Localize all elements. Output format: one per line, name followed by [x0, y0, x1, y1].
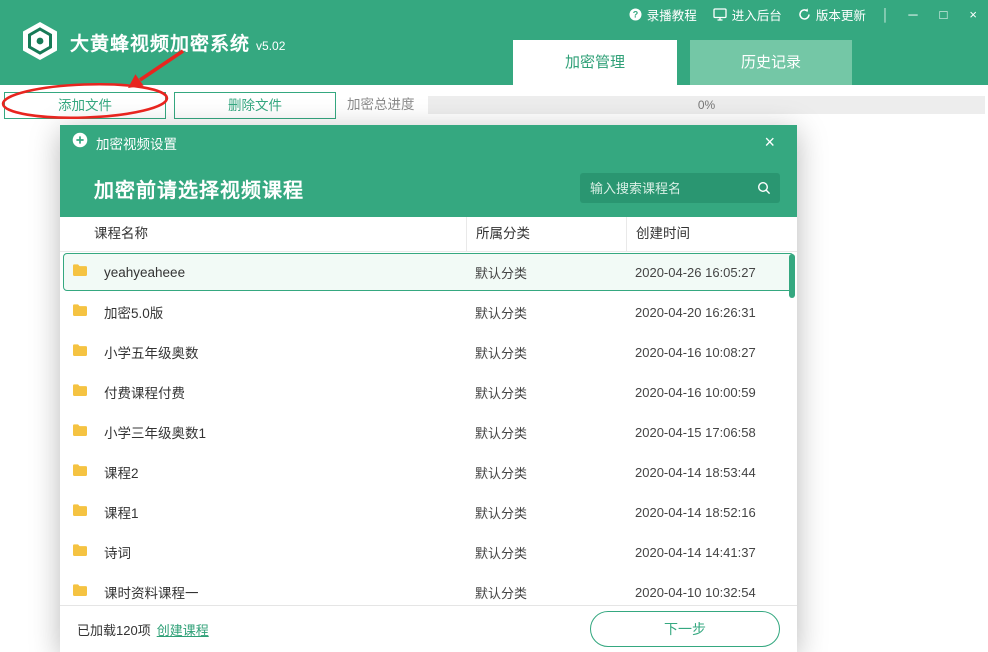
delete-file-button[interactable]: 删除文件 — [174, 92, 336, 119]
folder-icon — [72, 423, 88, 442]
loaded-count: 已加载120项 — [77, 620, 151, 639]
course-table-body: yeahyeaheee 默认分类 2020-04-26 16:05:27 加密5… — [60, 252, 797, 606]
course-created: 2020-04-14 18:53:44 — [626, 465, 797, 480]
modal-header: 加密视频设置 × — [60, 125, 797, 160]
course-category: 默认分类 — [466, 543, 626, 562]
titlebar: 大黄蜂视频加密系统v5.02 ? 录播教程 进入后台 版本更新 │ ─ □ × … — [0, 0, 988, 85]
progress-bar: 0% — [428, 96, 985, 114]
encrypt-settings-modal: 加密视频设置 × 加密前请选择视频课程 课程名称 所属分类 创建时间 yeahy… — [60, 125, 797, 652]
folder-icon — [72, 263, 88, 282]
app-version: v5.02 — [256, 39, 285, 53]
menu-backend[interactable]: 进入后台 — [713, 5, 782, 24]
close-button[interactable]: × — [966, 7, 980, 22]
course-name: 课程2 — [104, 462, 139, 482]
search-input[interactable] — [580, 173, 780, 203]
table-row[interactable]: 小学五年级奥数 默认分类 2020-04-16 10:08:27 — [60, 332, 797, 372]
folder-icon — [72, 583, 88, 602]
course-created: 2020-04-10 10:32:54 — [626, 585, 797, 600]
progress-label: 加密总进度 — [347, 85, 415, 125]
course-name: 课时资料课程一 — [104, 582, 199, 602]
course-category: 默认分类 — [466, 503, 626, 522]
scrollbar-thumb[interactable] — [789, 254, 795, 298]
minimize-button[interactable]: ─ — [905, 7, 920, 22]
menu-tutorial[interactable]: ? 录播教程 — [629, 5, 697, 24]
course-created: 2020-04-14 18:52:16 — [626, 505, 797, 520]
column-created: 创建时间 — [626, 217, 797, 251]
question-icon: ? — [629, 8, 642, 21]
course-created: 2020-04-16 10:00:59 — [626, 385, 797, 400]
maximize-button[interactable]: □ — [937, 7, 951, 22]
modal-close-icon[interactable]: × — [764, 125, 775, 160]
progress-value: 0% — [698, 98, 715, 112]
course-category: 默认分类 — [466, 263, 626, 282]
search-box — [580, 173, 780, 203]
course-created: 2020-04-15 17:06:58 — [626, 425, 797, 440]
toolbar: 添加文件 删除文件 加密总进度 0% — [0, 85, 988, 125]
folder-icon — [72, 383, 88, 402]
next-step-button[interactable]: 下一步 — [590, 611, 780, 647]
course-name: 付费课程付费 — [104, 382, 185, 402]
window-separator: │ — [882, 8, 890, 22]
course-created: 2020-04-26 16:05:27 — [626, 265, 797, 280]
app-logo-icon — [20, 21, 60, 61]
course-created: 2020-04-14 14:41:37 — [626, 545, 797, 560]
course-category: 默认分类 — [466, 423, 626, 442]
folder-icon — [72, 463, 88, 482]
table-row[interactable]: 课程1 默认分类 2020-04-14 18:52:16 — [60, 492, 797, 532]
course-category: 默认分类 — [466, 463, 626, 482]
table-row[interactable]: 课时资料课程一 默认分类 2020-04-10 10:32:54 — [60, 572, 797, 606]
refresh-icon — [798, 8, 811, 21]
folder-icon — [72, 543, 88, 562]
folder-icon — [72, 503, 88, 522]
monitor-icon — [713, 8, 727, 21]
svg-text:?: ? — [633, 10, 639, 20]
folder-icon — [72, 303, 88, 322]
course-category: 默认分类 — [466, 583, 626, 602]
app-title: 大黄蜂视频加密系统v5.02 — [70, 29, 285, 56]
plus-icon — [72, 132, 88, 153]
folder-icon — [72, 343, 88, 362]
course-created: 2020-04-16 10:08:27 — [626, 345, 797, 360]
course-category: 默认分类 — [466, 343, 626, 362]
course-name: 诗词 — [104, 542, 131, 562]
table-row[interactable]: 诗词 默认分类 2020-04-14 14:41:37 — [60, 532, 797, 572]
course-name: 小学三年级奥数1 — [104, 422, 206, 442]
table-header: 课程名称 所属分类 创建时间 — [60, 217, 797, 252]
column-course-name: 课程名称 — [60, 217, 466, 251]
modal-subheader: 加密前请选择视频课程 — [60, 160, 797, 217]
column-category: 所属分类 — [466, 217, 626, 251]
table-row[interactable]: 付费课程付费 默认分类 2020-04-16 10:00:59 — [60, 372, 797, 412]
search-icon[interactable] — [757, 181, 771, 200]
course-name: yeahyeaheee — [104, 265, 185, 280]
modal-footer: 已加载120项 创建课程 下一步 — [60, 605, 797, 652]
tab-history[interactable]: 历史记录 — [690, 40, 852, 85]
menu-update[interactable]: 版本更新 — [798, 5, 866, 24]
select-course-title: 加密前请选择视频课程 — [94, 174, 304, 203]
tab-encrypt-manage[interactable]: 加密管理 — [513, 40, 677, 85]
table-row[interactable]: 小学三年级奥数1 默认分类 2020-04-15 17:06:58 — [60, 412, 797, 452]
course-name: 课程1 — [104, 502, 139, 522]
course-name: 加密5.0版 — [104, 302, 163, 322]
table-row[interactable]: 加密5.0版 默认分类 2020-04-20 16:26:31 — [60, 292, 797, 332]
course-category: 默认分类 — [466, 303, 626, 322]
add-file-button[interactable]: 添加文件 — [4, 92, 166, 119]
create-course-link[interactable]: 创建课程 — [157, 620, 209, 639]
table-row[interactable]: yeahyeaheee 默认分类 2020-04-26 16:05:27 — [60, 252, 797, 292]
course-name: 小学五年级奥数 — [104, 342, 199, 362]
course-category: 默认分类 — [466, 383, 626, 402]
top-menu: ? 录播教程 进入后台 版本更新 │ ─ □ × — [629, 5, 980, 24]
modal-title: 加密视频设置 — [96, 133, 177, 153]
course-created: 2020-04-20 16:26:31 — [626, 305, 797, 320]
table-row[interactable]: 课程2 默认分类 2020-04-14 18:53:44 — [60, 452, 797, 492]
